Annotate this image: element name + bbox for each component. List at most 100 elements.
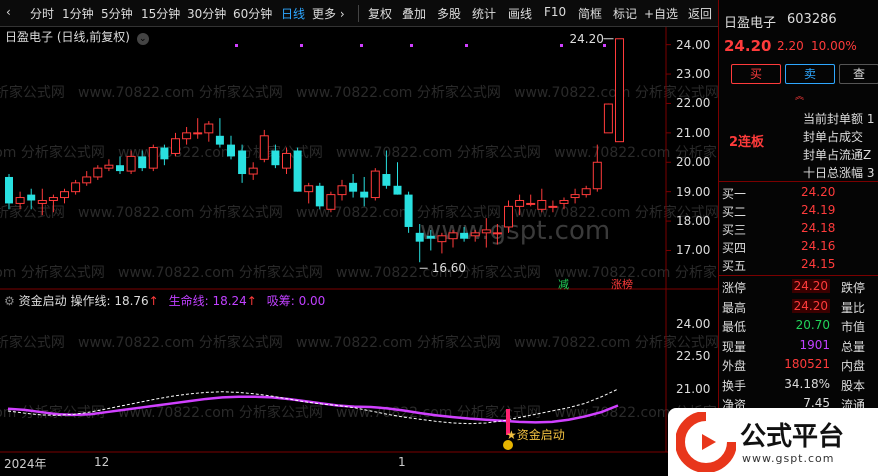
candle-body-up bbox=[82, 176, 92, 184]
tab-60min[interactable]: 60分钟 bbox=[233, 5, 272, 22]
signal-dot bbox=[235, 44, 238, 47]
add-watchlist-button[interactable]: +自选 bbox=[644, 5, 678, 22]
tab-1min[interactable]: 1分钟 bbox=[62, 5, 94, 22]
candle-body-up bbox=[148, 147, 158, 169]
draw-line-button[interactable]: 画线 bbox=[508, 5, 532, 22]
last-price: 24.20 bbox=[724, 37, 772, 55]
candle-body-up bbox=[370, 170, 380, 199]
watermark-text: www.70822.com 分析家公式网 bbox=[118, 264, 323, 281]
sell-button[interactable]: 卖 bbox=[785, 64, 835, 84]
low-price-label: 16.60 bbox=[432, 261, 466, 275]
buy-button[interactable]: 买 bbox=[731, 64, 781, 84]
brand-logo-text: 公式平台 bbox=[740, 422, 845, 452]
candle-body-down bbox=[138, 156, 147, 169]
indicator-gear-icon[interactable]: ⚙ bbox=[4, 294, 15, 308]
overlay-button[interactable]: 叠加 bbox=[402, 5, 426, 22]
statistics-button[interactable]: 统计 bbox=[472, 5, 496, 22]
candle-body-up bbox=[193, 132, 203, 135]
candle-body-up bbox=[204, 123, 214, 134]
watermark-text: www.70822.com 分析家公式网 bbox=[296, 334, 501, 351]
quote-panel: 日盈电子 603286 24.20 2.20 10.00% 买 卖 查 ︽ 2连… bbox=[718, 0, 878, 476]
accumulate-label: 吸筹: bbox=[266, 294, 295, 308]
stock-name: 日盈电子 bbox=[724, 16, 777, 31]
candle-body-up bbox=[592, 161, 602, 190]
bid-price[interactable]: 24.18 bbox=[801, 221, 835, 235]
stat-label: 换手 bbox=[722, 378, 747, 393]
candle-body-down bbox=[271, 150, 280, 166]
tab-intraday[interactable]: 分时 bbox=[30, 5, 54, 22]
info-seal-float: 封单占流通Z bbox=[803, 148, 872, 162]
candle-body-up bbox=[570, 194, 580, 199]
candle-body-down bbox=[393, 185, 402, 195]
restore-rights-button[interactable]: 复权 bbox=[368, 5, 392, 22]
life-line-arrow: ↑ bbox=[246, 294, 257, 308]
tab-daily[interactable]: 日线 bbox=[281, 5, 305, 22]
candle-body-up bbox=[15, 197, 25, 204]
tab-5min[interactable]: 5分钟 bbox=[101, 5, 133, 22]
candlestick-chart[interactable]: www.70822.com 分析家公式网 www.70822.com 分析家公式网… bbox=[0, 27, 718, 476]
candle-body-up bbox=[615, 38, 624, 143]
candle-body-down bbox=[415, 232, 424, 242]
watermark-text: www.70822.com 分析家公式网 bbox=[296, 84, 501, 101]
price-axis-label: 19.00 bbox=[676, 184, 711, 199]
multi-stock-button[interactable]: 多股 bbox=[437, 5, 461, 22]
price-axis-label: 24.00 bbox=[676, 37, 711, 52]
price-axis-label: 21.00 bbox=[676, 125, 711, 140]
collapse-chevron-icon[interactable]: ︽ bbox=[795, 89, 804, 102]
watermark-text: www.70822.com 分析家公式网 bbox=[336, 144, 541, 161]
candle-body-up bbox=[126, 155, 136, 172]
candle-body-down bbox=[360, 191, 369, 198]
accumulate-value: 0.00 bbox=[298, 294, 326, 308]
tab-15min[interactable]: 15分钟 bbox=[141, 5, 180, 22]
stat-value: 20.70 bbox=[795, 318, 830, 332]
bid-price[interactable]: 24.20 bbox=[801, 185, 835, 199]
f10-button[interactable]: F10 bbox=[544, 5, 566, 19]
life-line-label: 生命线: bbox=[168, 294, 209, 308]
candle-body-up bbox=[93, 167, 103, 178]
candle-body-up bbox=[481, 229, 491, 234]
watermark-text: www.70822.com 分析家公式网 bbox=[0, 204, 65, 221]
info-seal-amount: 当前封单额 1 bbox=[803, 110, 874, 127]
price-axis-label: 23.00 bbox=[676, 67, 711, 82]
candle-body-up bbox=[537, 199, 547, 210]
candle-body-down bbox=[160, 147, 169, 160]
brand-logo: 公式平台 www.gspt.com bbox=[668, 408, 878, 476]
indicator-axis-label: 21.00 bbox=[676, 382, 711, 397]
price-axis-label: 18.00 bbox=[676, 214, 711, 229]
simple-frame-button[interactable]: 简框 bbox=[578, 5, 602, 22]
candle-body-up bbox=[326, 194, 336, 210]
stat-value: 24.20 bbox=[791, 279, 830, 293]
time-label-month-1: 1 bbox=[398, 455, 406, 469]
scroll-left-icon[interactable]: ‹ bbox=[6, 5, 11, 19]
watermark-text: www.70822.com 分析家公式网 bbox=[0, 84, 65, 101]
candle-body-up bbox=[548, 205, 558, 208]
price-axis-label: 17.00 bbox=[676, 243, 711, 258]
candle-body-up bbox=[504, 205, 513, 228]
signal-dot bbox=[300, 44, 303, 47]
candle-body-down bbox=[5, 176, 13, 204]
indicator-name[interactable]: 资金启动 bbox=[19, 294, 67, 308]
candle-body-up bbox=[104, 164, 114, 169]
tab-more[interactable]: 更多 › bbox=[312, 5, 345, 22]
stat-label: 最低 bbox=[722, 320, 747, 334]
candle-body-up bbox=[337, 185, 347, 196]
stat-label: 涨停 bbox=[722, 281, 747, 295]
candle-body-up bbox=[182, 132, 192, 140]
query-button[interactable]: 查 bbox=[839, 64, 878, 84]
info-ten-day-gain-tail: 3 bbox=[866, 166, 875, 180]
bid-price[interactable]: 24.16 bbox=[801, 239, 835, 253]
watermark-text: www.70822.com 分析家公式网 bbox=[0, 144, 105, 161]
signal-dot bbox=[560, 44, 563, 47]
tab-30min[interactable]: 30分钟 bbox=[187, 5, 226, 22]
candle-body-up bbox=[559, 199, 569, 204]
candle-body-up bbox=[603, 103, 613, 134]
candle-body-up bbox=[71, 182, 81, 193]
bid-price[interactable]: 24.19 bbox=[801, 203, 835, 217]
divider bbox=[719, 275, 878, 276]
candle-body-up bbox=[259, 135, 269, 160]
back-button[interactable]: 返回 bbox=[688, 5, 712, 22]
bid-price[interactable]: 24.15 bbox=[801, 257, 835, 271]
board-count-badge: 2连板 bbox=[729, 135, 765, 150]
mark-button[interactable]: 标记 bbox=[613, 5, 637, 22]
op-line-arrow: ↑ bbox=[148, 294, 159, 308]
